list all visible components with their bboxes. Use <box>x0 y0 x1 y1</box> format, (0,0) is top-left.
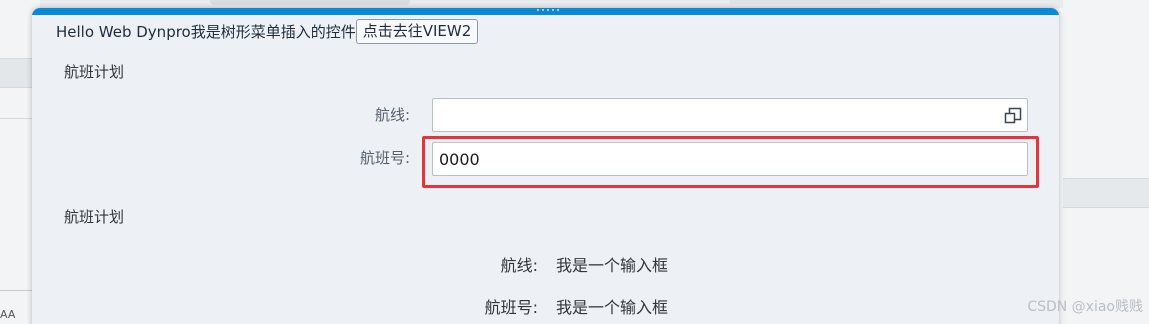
drag-grip-icon[interactable] <box>537 9 559 13</box>
value-help-icon[interactable] <box>1003 106 1023 126</box>
popup-dialog: Hello Web Dynpro我是树形菜单插入的控件 点击去往VIEW2 航班… <box>32 8 1059 324</box>
greeting-row: Hello Web Dynpro我是树形菜单插入的控件 点击去往VIEW2 <box>56 18 479 44</box>
display-flight-number-value: 我是一个输入框 <box>556 298 669 317</box>
route-input[interactable] <box>433 99 1027 131</box>
background-header-strip <box>40 0 1063 8</box>
greeting-text: Hello Web Dynpro我是树形菜单插入的控件 <box>56 22 356 41</box>
display-route-value: 我是一个输入框 <box>556 256 669 275</box>
watermark-text: CSDN @xiao贱贱 <box>1027 299 1143 315</box>
go-to-view2-button[interactable]: 点击去往VIEW2 <box>355 18 479 44</box>
flight-number-label: 航班号: <box>359 149 410 167</box>
background-text-fragment: AA <box>0 308 16 321</box>
background-right-panel <box>1063 0 1149 324</box>
form-group-title: 航班计划 <box>64 63 125 81</box>
display-route-label: 航线: <box>500 256 538 275</box>
background-toolbar-band <box>1063 178 1149 208</box>
popup-resize-bar[interactable] <box>32 8 1059 15</box>
background-tab <box>210 0 410 5</box>
display-flight-number-label: 航班号: <box>484 298 538 317</box>
display-group-title: 航班计划 <box>64 208 125 226</box>
route-label: 航线: <box>374 106 410 124</box>
background-tab <box>730 0 880 4</box>
annotation-highlight-box <box>422 136 1039 188</box>
route-field[interactable] <box>432 98 1028 132</box>
